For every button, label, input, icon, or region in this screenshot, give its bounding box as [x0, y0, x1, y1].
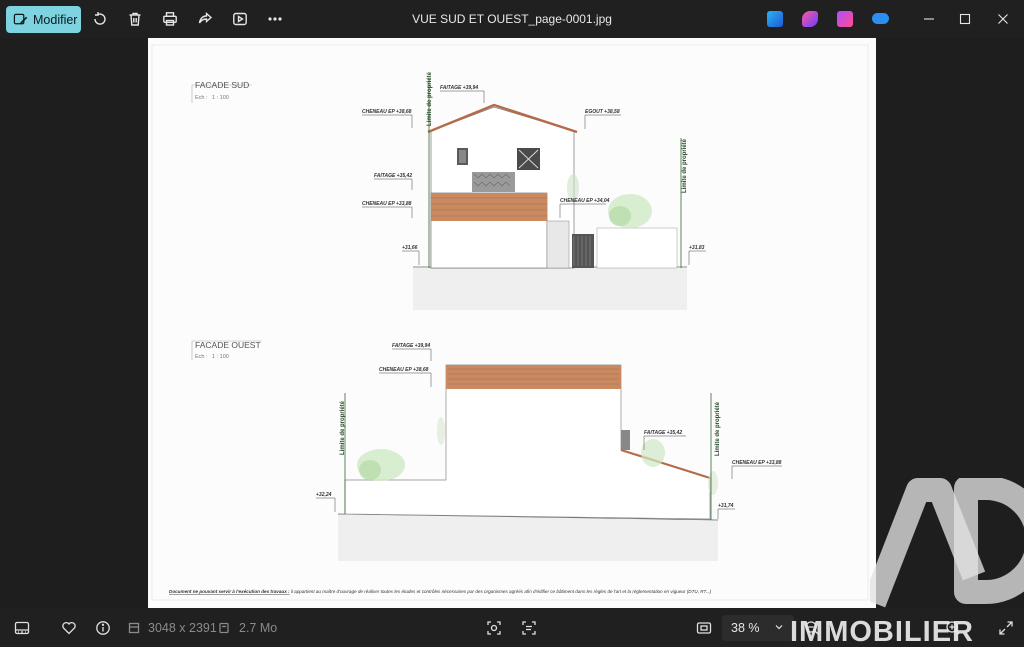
faitage-top-label: FAITAGE +39,94 — [440, 85, 478, 91]
minimize-icon[interactable] — [917, 8, 941, 30]
chevron-down-icon — [775, 625, 783, 630]
file-size-icon — [217, 620, 231, 636]
lower-roof — [431, 193, 547, 221]
file-size: 2.7 Mo — [239, 621, 278, 635]
ground-section — [413, 268, 687, 310]
faitage-mid-label: FAITAGE +35,42 — [644, 430, 682, 436]
cheneau-mid-label: CHENEAU EP +33,88 — [362, 201, 412, 207]
window-title: VUE SUD ET OUEST_page-0001.jpg — [412, 12, 612, 26]
edit-image-icon — [13, 13, 28, 25]
maximize-icon[interactable] — [953, 8, 977, 30]
text-scan-icon[interactable] — [521, 620, 537, 636]
disclaimer-underlined: Document ne pouvant servir à l'exécution… — [169, 589, 290, 594]
tree-right — [641, 439, 665, 467]
boundary-wall — [596, 227, 678, 269]
more-icon[interactable] — [265, 9, 285, 29]
roof-band — [446, 365, 621, 389]
gate — [572, 234, 594, 268]
fullscreen-icon[interactable] — [998, 620, 1014, 636]
favorite-heart-icon[interactable] — [61, 620, 77, 636]
zoom-out-icon[interactable] — [804, 620, 820, 636]
facade-ouest-scale: 1 : 100 — [212, 354, 229, 360]
facade-sud-scale: 1 : 100 — [212, 95, 229, 101]
cheneau-top-label: CHENEAU EP +38,68 — [379, 367, 429, 373]
facade-ouest-title: FACADE OUEST — [195, 340, 261, 350]
slideshow-icon[interactable] — [230, 9, 250, 29]
disclaimer-text: Document ne pouvant servir à l'exécution… — [169, 589, 712, 594]
cheneau-right-label: CHENEAU EP +33,88 — [732, 460, 782, 466]
close-icon[interactable] — [991, 8, 1015, 30]
balcony-grille — [472, 172, 515, 192]
facade-ouest: FACADE OUEST Ech : 1 : 100 Limite de pro… — [191, 340, 782, 561]
zoom-level: 38 % — [731, 621, 760, 635]
print-icon[interactable] — [160, 9, 180, 29]
level-right-label: +31,83 — [689, 245, 705, 251]
ground-section — [338, 514, 718, 561]
limit-label-right: Limite de propriété — [682, 138, 688, 193]
rotate-icon[interactable] — [90, 9, 110, 29]
elevation-drawing-image: FACADE SUD Ech : 1 : 100 Limite de propr… — [148, 38, 876, 608]
image-dimensions: 3048 x 2391 — [148, 621, 217, 635]
edit-button-label: Modifier — [33, 12, 78, 27]
limit-label-left: Limite de propriété — [340, 400, 346, 455]
facade-sud: FACADE SUD Ech : 1 : 100 Limite de propr… — [191, 71, 706, 310]
cheneau-right-label: CHENEAU EP +34,04 — [560, 198, 610, 204]
designer-app-icon[interactable] — [802, 11, 818, 27]
zoom-dropdown[interactable]: 38 % — [722, 615, 794, 641]
level-left-label: +32,24 — [316, 492, 332, 498]
info-icon[interactable] — [95, 620, 111, 636]
facade-sud-title: FACADE SUD — [195, 80, 249, 90]
limit-label-right: Limite de propriété — [715, 401, 721, 456]
limit-label-left: Limite de propriété — [427, 71, 433, 126]
disclaimer-note: Document ne pouvant servir à l'exécution… — [169, 589, 712, 594]
elevation-drawing: FACADE SUD Ech : 1 : 100 Limite de propr… — [151, 44, 869, 601]
egout-label: EGOUT +38,58 — [585, 109, 620, 115]
title-bar: Modifier VUE SUD ET OUEST_page-0001.jpg — [0, 0, 1024, 38]
delete-icon[interactable] — [125, 9, 145, 29]
edit-button[interactable]: Modifier — [6, 6, 81, 33]
cheneau-top-label: CHENEAU EP +38,68 — [362, 109, 412, 115]
facade-ouest-scale-prefix: Ech : — [195, 354, 208, 360]
photos-app-window: Modifier VUE SUD ET OUEST_page-0001.jpg — [0, 0, 1024, 647]
image-canvas[interactable]: FACADE SUD Ech : 1 : 100 Limite de propr… — [0, 38, 1024, 608]
level-right-label: +31,74 — [718, 503, 734, 509]
facade-sud-scale-prefix: Ech : — [195, 95, 208, 101]
onedrive-icon[interactable] — [872, 13, 889, 24]
dimensions-icon — [127, 620, 141, 636]
chimney — [621, 430, 630, 450]
share-icon[interactable] — [195, 9, 215, 29]
side-wall — [546, 220, 570, 269]
faitage-top-label: FAITAGE +39,94 — [392, 343, 430, 349]
visual-search-icon[interactable] — [486, 620, 502, 636]
status-bar: 3048 x 2391 2.7 Mo 38 % — [0, 608, 1024, 647]
zoom-in-icon[interactable] — [945, 620, 961, 636]
photo-editor-app-icon[interactable] — [767, 11, 783, 27]
filmstrip-icon[interactable] — [14, 620, 30, 636]
disclaimer-rest: il appartient au maître d'ouvrage de réa… — [290, 589, 712, 594]
fit-to-window-icon[interactable] — [696, 620, 712, 636]
clipchamp-app-icon[interactable] — [837, 11, 853, 27]
level-left-label: +31,66 — [402, 245, 418, 251]
faitage-mid-label: FAITAGE +35,42 — [374, 173, 412, 179]
